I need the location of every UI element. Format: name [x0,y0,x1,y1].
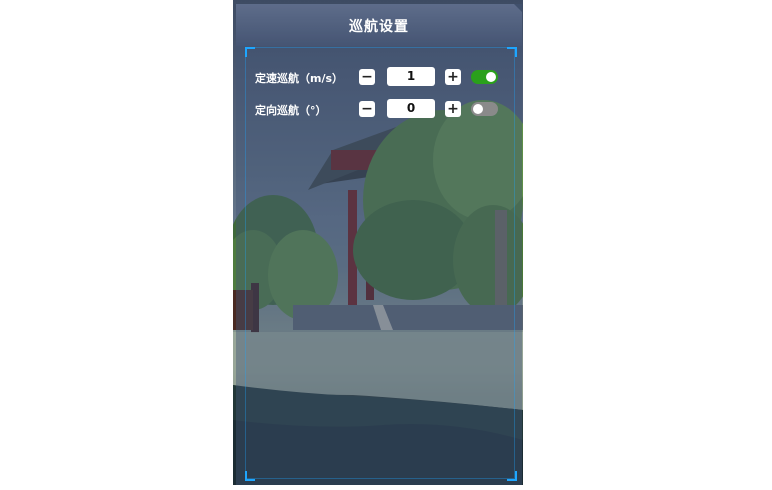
corner-top-right [507,47,517,57]
speed-cruise-label: 定速巡航（m/s） [255,72,344,85]
speed-value-input[interactable] [387,67,435,86]
heading-decrement-button[interactable]: − [359,101,375,117]
heading-cruise-row: 定向巡航（°） − + [236,99,522,121]
speed-decrement-button[interactable]: − [359,69,375,85]
heading-cruise-label: 定向巡航（°） [255,104,327,117]
heading-value-input[interactable] [387,99,435,118]
corner-bottom-left [245,471,255,481]
toggle-knob [486,72,496,82]
viewport: 巡航设置 定速巡航（m/s） − + 定向巡航（°） − + [0,0,772,490]
speed-cruise-toggle[interactable] [471,70,498,84]
corner-top-left [245,47,255,57]
corner-bottom-right [507,471,517,481]
toggle-knob [473,104,483,114]
heading-cruise-toggle[interactable] [471,102,498,116]
speed-cruise-row: 定速巡航（m/s） − + [236,67,522,89]
speed-increment-button[interactable]: + [445,69,461,85]
panel-title: 巡航设置 [349,19,409,35]
heading-increment-button[interactable]: + [445,101,461,117]
cruise-settings-panel: 巡航设置 定速巡航（m/s） − + 定向巡航（°） − + [236,4,522,485]
